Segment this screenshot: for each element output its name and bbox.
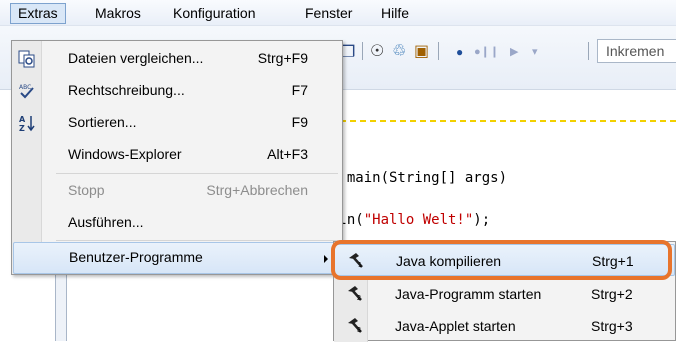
svg-text:A: A	[19, 115, 26, 124]
menu-item-benutzer-programme[interactable]: Benutzer-Programme	[13, 242, 341, 274]
menu-item-label: Rechtschreibung...	[68, 82, 185, 98]
menu-hilfe[interactable]: Hilfe	[374, 3, 416, 24]
menubar: Extras Makros Konfiguration Fenster Hilf…	[0, 0, 676, 26]
code-line-main: d main(String[] args)	[330, 170, 508, 186]
submenu-icon-number: 1	[358, 262, 362, 269]
spellcheck-icon: ABC	[18, 82, 36, 100]
replace-icon[interactable]: ♲	[392, 43, 406, 61]
menu-item-shortcut: Strg+Abbrechen	[206, 182, 308, 198]
menu-separator	[56, 240, 338, 241]
submenu-item-label: Java-Programm starten	[395, 286, 542, 302]
menu-item-dateien-vergleichen[interactable]: Dateien vergleichen... Strg+F9	[12, 43, 342, 75]
submenu-item-java-applet-starten[interactable]: 3 Java-Applet starten Strg+3	[334, 310, 675, 342]
menu-item-sortieren[interactable]: AZ Sortieren... F9	[12, 107, 342, 139]
submenu-item-label: Java-Applet starten	[395, 318, 516, 334]
compare-files-icon	[18, 50, 36, 68]
toolbar-separator	[438, 42, 439, 60]
play-icon[interactable]: ▶	[510, 43, 518, 61]
menu-konfiguration[interactable]: Konfiguration	[166, 3, 263, 24]
menu-item-shortcut: Alt+F3	[267, 146, 308, 162]
menu-item-windows-explorer[interactable]: Windows-Explorer Alt+F3	[12, 139, 342, 171]
submenu-item-shortcut: Strg+3	[591, 318, 633, 334]
menu-item-shortcut: F7	[291, 82, 308, 98]
menu-item-label: Benutzer-Programme	[69, 249, 203, 265]
extras-dropdown-menu: Dateien vergleichen... Strg+F9 ABC Recht…	[11, 40, 343, 275]
menu-item-label: Sortieren...	[68, 114, 137, 130]
menu-item-rechtschreibung[interactable]: ABC Rechtschreibung... F7	[12, 75, 342, 107]
editor-bracket-marker	[330, 120, 676, 122]
submenu-item-shortcut: Strg+2	[591, 286, 633, 302]
svg-text:ABC: ABC	[19, 84, 31, 91]
menu-item-shortcut: Strg+F9	[257, 50, 308, 66]
record-icon[interactable]: ●	[456, 43, 463, 61]
menu-extras[interactable]: Extras	[10, 3, 66, 24]
toolbar-separator	[588, 42, 589, 60]
hammer-icon: 2	[346, 285, 364, 303]
menu-item-ausfuehren[interactable]: Ausführen...	[12, 207, 342, 239]
toolbar-overflow-icon[interactable]: ▾	[532, 43, 538, 61]
menu-separator	[56, 173, 338, 174]
submenu-item-shortcut: Strg+1	[592, 253, 634, 269]
toolbar-separator	[362, 42, 363, 60]
pause-icon[interactable]: ●❙❙	[474, 43, 499, 61]
incremental-search-input[interactable]: Inkremen	[597, 39, 676, 63]
code-token: );	[473, 212, 491, 228]
submenu-item-java-programm-starten[interactable]: 2 Java-Programm starten Strg+2	[334, 278, 675, 310]
submenu-icon-number: 3	[357, 327, 361, 334]
hammer-icon: 1	[347, 252, 365, 270]
sort-icon: AZ	[18, 114, 36, 133]
submenu-icon-number: 2	[357, 295, 361, 302]
goto-icon[interactable]: ☉	[370, 43, 384, 61]
menu-item-label: Windows-Explorer	[68, 146, 182, 162]
menu-fenster[interactable]: Fenster	[298, 3, 359, 24]
submenu-item-label: Java kompilieren	[396, 253, 502, 269]
menu-item-label: Dateien vergleichen...	[68, 50, 204, 66]
svg-text:Z: Z	[19, 124, 25, 132]
menu-item-shortcut: F9	[291, 114, 308, 130]
hammer-icon: 3	[346, 317, 364, 335]
menu-item-label: Ausführen...	[68, 214, 144, 230]
code-line-println: tln("Hallo Welt!");	[330, 212, 490, 228]
menu-makros[interactable]: Makros	[88, 3, 148, 24]
submenu-item-java-kompilieren[interactable]: 1 Java kompilieren Strg+1	[334, 244, 675, 276]
find-icon[interactable]: ❐	[341, 44, 355, 62]
menu-item-stopp: Stopp Strg+Abbrechen	[12, 175, 342, 207]
submenu-arrow-icon	[324, 255, 328, 263]
menu-item-label: Stopp	[68, 182, 105, 198]
benutzer-programme-submenu: 1 Java kompilieren Strg+1 2 Java-Program…	[333, 241, 676, 342]
binoculars-icon[interactable]: ▣	[414, 43, 429, 61]
code-string-literal: "Hallo Welt!"	[363, 212, 474, 228]
